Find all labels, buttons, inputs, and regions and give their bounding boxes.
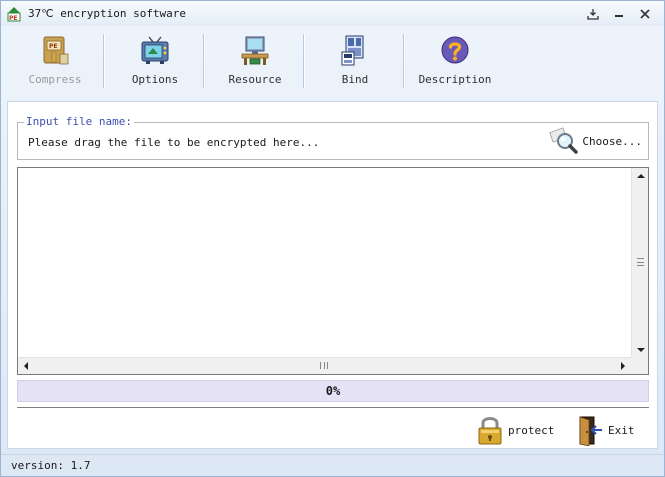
input-file-group[interactable]: Input file name: Please drag the file to… — [17, 116, 649, 160]
exit-label: Exit — [608, 423, 635, 437]
scroll-down-icon[interactable] — [637, 348, 645, 352]
toolbar-resource-label: Resource — [228, 73, 282, 86]
resource-computer-icon — [241, 36, 269, 65]
toolbar-description-button[interactable]: Description — [405, 28, 505, 98]
magnifier-icon — [549, 127, 579, 154]
scroll-right-icon[interactable] — [621, 362, 625, 370]
exit-door-icon — [579, 416, 602, 446]
app-pe-icon: PE — [6, 6, 22, 22]
horizontal-grip-icon[interactable] — [320, 362, 328, 369]
padlock-icon — [478, 417, 502, 445]
toolbar-resource-button[interactable]: Resource — [205, 28, 305, 98]
compress-pe-icon: PE — [43, 36, 69, 65]
options-tv-icon — [141, 36, 169, 64]
toolbar-bind-button[interactable]: Bind — [305, 28, 405, 98]
file-list-area[interactable] — [17, 167, 649, 375]
progress-bar: 0% — [17, 380, 649, 402]
bind-icon — [341, 35, 364, 66]
minimize-icon — [615, 14, 623, 17]
protect-button[interactable]: protect — [476, 414, 554, 446]
choose-file-button[interactable]: Choose... — [549, 126, 646, 156]
question-icon — [441, 36, 469, 64]
toolbar-bind-label: Bind — [341, 73, 369, 86]
app-window: PE 37℃ encryption software PE Compress O… — [0, 0, 665, 477]
svg-text:PE: PE — [49, 43, 58, 50]
vertical-grip-icon[interactable] — [637, 258, 644, 266]
version-text: version: 1.7 — [11, 459, 91, 472]
download-tray-icon — [587, 8, 599, 20]
title-bar[interactable]: PE 37℃ encryption software — [1, 1, 664, 26]
drop-hint-text: Please drag the file to be encrypted her… — [28, 136, 320, 149]
scroll-up-icon[interactable] — [637, 174, 645, 178]
toolbar-compress-label: Compress — [28, 73, 82, 86]
scroll-left-icon[interactable] — [24, 362, 28, 370]
toolbar: PE Compress Options Resource Bind Descri… — [5, 28, 660, 98]
main-panel: Input file name: Please drag the file to… — [7, 101, 658, 449]
progress-text: 0% — [325, 384, 341, 398]
window-controls — [582, 5, 656, 22]
choose-file-label: Choose... — [582, 134, 642, 148]
toolbar-options-label: Options — [131, 73, 179, 86]
close-button[interactable] — [634, 5, 656, 22]
horizontal-scrollbar[interactable] — [18, 357, 631, 374]
toolbar-options-button[interactable]: Options — [105, 28, 205, 98]
toolbar-compress-button[interactable]: PE Compress — [5, 28, 105, 98]
svg-text:PE: PE — [9, 15, 18, 22]
vertical-scrollbar[interactable] — [631, 168, 648, 358]
window-title: 37℃ encryption software — [28, 7, 187, 20]
scroll-corner — [631, 357, 648, 374]
protect-label: protect — [508, 423, 555, 437]
toolbar-description-label: Description — [418, 73, 492, 86]
status-bar: version: 1.7 — [1, 454, 664, 476]
close-icon — [640, 8, 650, 19]
exit-button[interactable]: Exit — [578, 414, 635, 446]
minimize-button[interactable] — [608, 5, 630, 22]
action-divider — [17, 407, 649, 409]
input-file-legend: Input file name: — [24, 115, 134, 128]
pin-button[interactable] — [582, 5, 604, 22]
